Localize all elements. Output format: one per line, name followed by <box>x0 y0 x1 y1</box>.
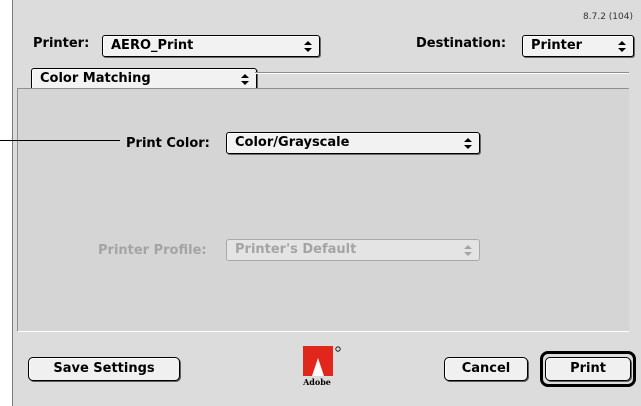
destination-value: Printer <box>531 38 583 53</box>
print-button[interactable]: Print <box>545 357 631 381</box>
adobe-wordmark: Adobe <box>303 377 331 387</box>
print-color-value: Color/Grayscale <box>235 135 350 150</box>
printer-profile-value: Printer's Default <box>235 242 357 257</box>
print-color-label: Print Color: <box>126 136 210 151</box>
version-label: 8.7.2 (104) <box>583 12 633 22</box>
cancel-button[interactable]: Cancel <box>444 357 528 381</box>
destination-popup[interactable]: Printer <box>522 35 634 57</box>
popup-arrows-icon <box>611 36 633 56</box>
color-matching-group <box>17 88 629 332</box>
printer-profile-label: Printer Profile: <box>98 243 207 258</box>
group-separator <box>255 72 629 74</box>
print-color-popup[interactable]: Color/Grayscale <box>226 132 480 154</box>
save-settings-button[interactable]: Save Settings <box>28 357 180 381</box>
printer-popup[interactable]: AERO_Print <box>102 35 320 57</box>
printer-value: AERO_Print <box>111 38 194 53</box>
destination-label: Destination: <box>416 36 507 51</box>
popup-arrows-icon <box>457 133 479 153</box>
popup-arrows-icon <box>457 240 479 260</box>
popup-arrows-icon <box>234 69 256 89</box>
panel-value: Color Matching <box>40 71 151 86</box>
panel-popup[interactable]: Color Matching <box>31 68 257 90</box>
callout-line <box>0 140 120 141</box>
printer-label: Printer: <box>33 36 90 51</box>
printer-profile-popup: Printer's Default <box>226 239 480 261</box>
popup-arrows-icon <box>297 36 319 56</box>
